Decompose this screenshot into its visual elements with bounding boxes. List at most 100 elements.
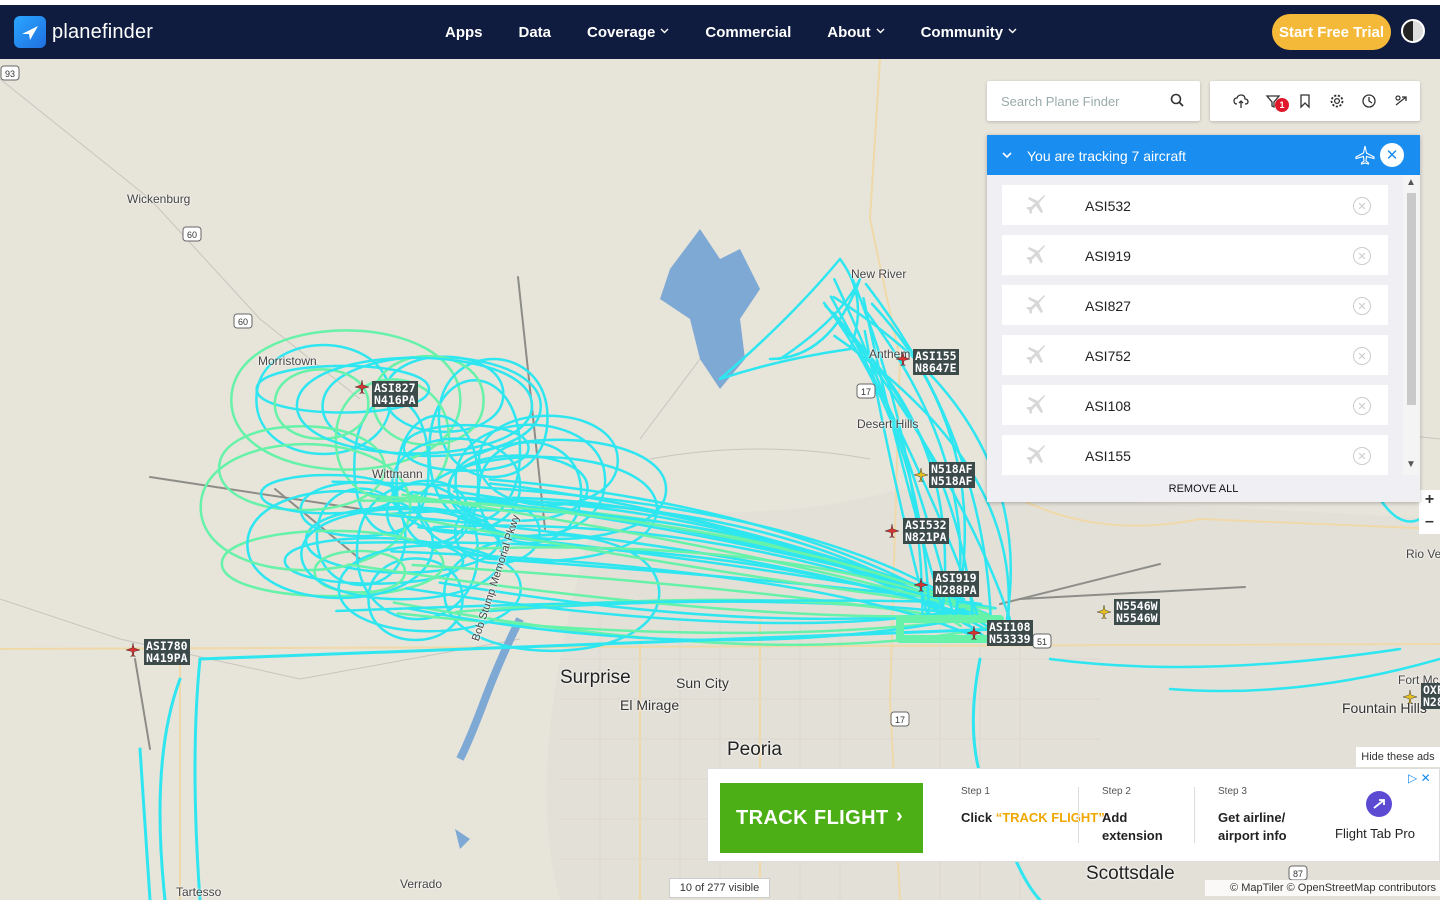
remove-aircraft-icon[interactable]: ✕ bbox=[1353, 297, 1371, 315]
nav-item-apps[interactable]: Apps bbox=[445, 24, 483, 41]
map-attribution[interactable]: © MapTiler © OpenStreetMap contributors bbox=[1205, 880, 1440, 896]
aircraft-marker-icon[interactable] bbox=[1096, 604, 1112, 620]
nav-item-label: About bbox=[827, 23, 871, 41]
ad-close-icon[interactable]: ▷ ✕ bbox=[1408, 771, 1431, 785]
route-shield-icon: 17 bbox=[856, 383, 876, 399]
place-label: Tartesso bbox=[176, 885, 222, 899]
ad-step-label: Step 2 bbox=[1102, 786, 1131, 797]
zoom-out-button[interactable]: – bbox=[1419, 512, 1440, 534]
place-label: El Mirage bbox=[620, 697, 680, 713]
route-shield-icon: 51 bbox=[1032, 633, 1052, 649]
aircraft-marker-icon[interactable] bbox=[125, 642, 141, 658]
track-flight-ad-button[interactable]: TRACK FLIGHT › bbox=[720, 783, 923, 853]
remove-all-button[interactable]: REMOVE ALL bbox=[987, 478, 1420, 502]
remove-aircraft-icon[interactable]: ✕ bbox=[1353, 347, 1371, 365]
ad-step-label: Step 1 bbox=[961, 786, 990, 797]
nav-item-community[interactable]: Community bbox=[921, 24, 1018, 41]
search-icon[interactable] bbox=[1170, 93, 1184, 112]
nav-item-data[interactable]: Data bbox=[519, 24, 552, 41]
tracking-scrollbar[interactable]: ▲ ▼ bbox=[1403, 175, 1420, 475]
tracking-panel: You are tracking 7 aircraft ✕ ASI532 ✕ ASI… bbox=[987, 135, 1420, 502]
main-nav: Apps Data Coverage Commercial About Community bbox=[445, 5, 1053, 59]
aircraft-marker-icon[interactable] bbox=[913, 577, 929, 593]
nav-item-coverage[interactable]: Coverage bbox=[587, 24, 669, 41]
aircraft-marker-icon[interactable] bbox=[895, 351, 911, 367]
flights-menu-icon[interactable] bbox=[1385, 89, 1417, 113]
bookmark-icon[interactable] bbox=[1289, 89, 1321, 113]
remove-aircraft-icon[interactable]: ✕ bbox=[1353, 197, 1371, 215]
navbar: planefinder Apps Data Coverage Commercial Ab… bbox=[0, 5, 1440, 59]
aircraft-label[interactable]: ASI919 N288PA bbox=[933, 571, 979, 597]
remove-aircraft-icon[interactable]: ✕ bbox=[1353, 447, 1371, 465]
visible-count: 10 of 277 visible bbox=[669, 878, 770, 898]
place-label: Desert Hills bbox=[857, 417, 919, 431]
aircraft-label[interactable]: ASI155 N8647E bbox=[913, 349, 959, 375]
tracking-header[interactable]: You are tracking 7 aircraft ✕ bbox=[987, 135, 1420, 175]
aircraft-marker-icon[interactable] bbox=[884, 523, 900, 539]
aircraft-registration: N419PA bbox=[146, 651, 188, 665]
aircraft-label[interactable]: N5546W N5546W bbox=[1114, 599, 1160, 625]
ad-divider bbox=[1078, 787, 1079, 843]
aircraft-registration: N8647E bbox=[915, 361, 957, 375]
nav-item-label: Data bbox=[518, 23, 552, 41]
history-icon[interactable] bbox=[1353, 89, 1385, 113]
ad-step-3: Step 3 Get airline/ airport info bbox=[1218, 786, 1314, 845]
aircraft-label[interactable]: ASI780 N419PA bbox=[144, 639, 190, 665]
brand-name: planefinder bbox=[52, 21, 153, 44]
aircraft-registration: N5546W bbox=[1116, 611, 1158, 625]
aircraft-registration: N28 bbox=[1423, 695, 1440, 709]
tracked-aircraft-row[interactable]: ASI155 ✕ bbox=[1002, 435, 1388, 475]
weather-icon[interactable] bbox=[1225, 89, 1257, 113]
aircraft-registration: N821PA bbox=[905, 530, 947, 544]
ad-step-label: Step 3 bbox=[1218, 786, 1247, 797]
remove-aircraft-icon[interactable]: ✕ bbox=[1353, 397, 1371, 415]
nav-item-commercial[interactable]: Commercial bbox=[705, 24, 791, 41]
aircraft-label[interactable]: OXFN28 bbox=[1421, 683, 1440, 709]
tracked-aircraft-row[interactable]: ASI532 ✕ bbox=[1002, 185, 1388, 225]
track-flight-label: TRACK FLIGHT bbox=[736, 806, 889, 829]
aircraft-marker-icon[interactable] bbox=[966, 625, 982, 641]
aircraft-icon bbox=[1025, 343, 1049, 372]
zoom-in-button[interactable]: + bbox=[1419, 490, 1440, 512]
aircraft-registration: N518AF bbox=[931, 474, 973, 488]
aircraft-marker-icon[interactable] bbox=[354, 379, 370, 395]
filter-icon[interactable]: 1 bbox=[1257, 89, 1289, 113]
tracked-aircraft-row[interactable]: ASI919 ✕ bbox=[1002, 235, 1388, 275]
aircraft-label[interactable]: ASI827 N416PA bbox=[372, 381, 418, 407]
ad-banner: TRACK FLIGHT › Step 1 Click “TRACK FLIGH… bbox=[707, 768, 1440, 862]
scroll-thumb[interactable] bbox=[1407, 193, 1416, 405]
remove-aircraft-icon[interactable]: ✕ bbox=[1353, 247, 1371, 265]
route-shield-icon: 60 bbox=[233, 313, 253, 329]
tracked-aircraft-row[interactable]: ASI827 ✕ bbox=[1002, 285, 1388, 325]
route-shield-icon: 60 bbox=[182, 226, 202, 242]
planefinder-logo[interactable]: planefinder bbox=[14, 16, 153, 48]
ad-step-text-accent: “TRACK FLIGHT” bbox=[995, 810, 1105, 825]
hide-ads-link[interactable]: Hide these ads bbox=[1356, 747, 1440, 767]
route-shield-number: 93 bbox=[5, 69, 15, 79]
chevron-down-icon[interactable] bbox=[1001, 148, 1013, 164]
aircraft-label[interactable]: ASI532 N821PA bbox=[903, 518, 949, 544]
route-shield-icon: 93 bbox=[0, 65, 20, 81]
scroll-down-icon[interactable]: ▼ bbox=[1406, 459, 1416, 470]
nav-item-about[interactable]: About bbox=[827, 23, 885, 41]
route-shield-icon: 17 bbox=[890, 711, 910, 727]
place-label: Scottsdale bbox=[1086, 863, 1175, 884]
tracked-aircraft-row[interactable]: ASI752 ✕ bbox=[1002, 335, 1388, 375]
avatar[interactable] bbox=[1401, 19, 1425, 43]
aircraft-marker-icon[interactable] bbox=[913, 467, 929, 483]
start-free-trial-button[interactable]: Start Free Trial bbox=[1272, 14, 1391, 50]
tracked-aircraft-list: ASI532 ✕ ASI919 ✕ ASI827 ✕ ASI752 ✕ ASI108 ✕ ASI15… bbox=[1002, 185, 1388, 475]
scroll-up-icon[interactable]: ▲ bbox=[1406, 177, 1416, 188]
close-tracking-button[interactable]: ✕ bbox=[1380, 143, 1404, 167]
settings-gear-icon[interactable] bbox=[1321, 89, 1353, 113]
aircraft-label[interactable]: N518AF N518AF bbox=[929, 462, 975, 488]
ad-step-text: Get airline/ airport info bbox=[1218, 810, 1287, 843]
route-shield-number: 51 bbox=[1037, 637, 1047, 647]
aircraft-icon bbox=[1025, 293, 1049, 322]
search-input[interactable] bbox=[987, 81, 1157, 121]
tracked-callsign: ASI752 bbox=[1085, 348, 1131, 364]
tracked-callsign: ASI827 bbox=[1085, 298, 1131, 314]
aircraft-label[interactable]: ASI108 N53339 bbox=[987, 620, 1033, 646]
aircraft-marker-icon[interactable] bbox=[1402, 689, 1418, 705]
tracked-aircraft-row[interactable]: ASI108 ✕ bbox=[1002, 385, 1388, 425]
